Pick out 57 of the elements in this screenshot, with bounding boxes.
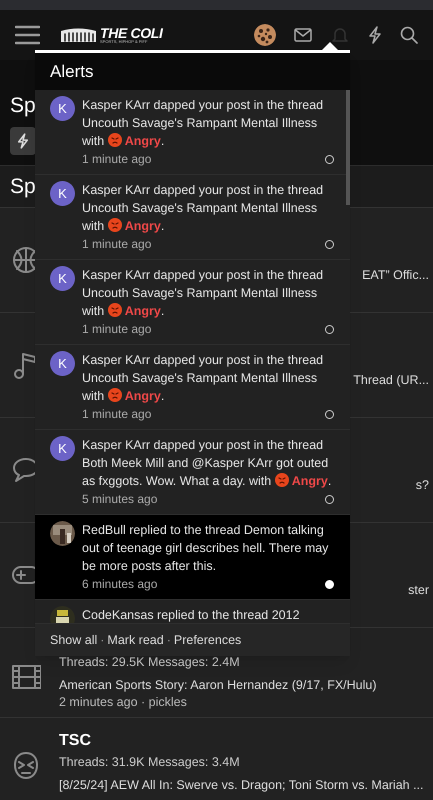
latest-post-meta: 2 minutes ago · pickles bbox=[59, 694, 188, 711]
dropdown-title: Alerts bbox=[35, 53, 350, 90]
alert-text[interactable]: Kasper KArr dapped your post in the thread Uncouth Savage's Rampant Mental Illness with Angry. bbox=[82, 181, 334, 235]
latest-thread-link[interactable]: [8/25/24] AEW All In: Swerve vs. Dragon; Toni Storm vs. Mariah ... bbox=[59, 776, 424, 794]
user-avatar: K bbox=[50, 266, 75, 291]
user-avatar: K bbox=[50, 351, 75, 376]
mask-icon bbox=[11, 750, 41, 780]
reaction-link[interactable]: Angry bbox=[108, 389, 161, 403]
alert-time: 1 minute ago bbox=[82, 406, 152, 423]
footer-link[interactable]: Preferences bbox=[174, 630, 242, 650]
reaction-link[interactable]: Angry bbox=[108, 304, 161, 318]
alert-time: 1 minute ago bbox=[82, 151, 152, 168]
alert-text[interactable]: RedBull replied to the thread Demon talking out of teenage girl describes hell. There may be more posts after this. bbox=[82, 521, 334, 575]
latest-thread-link[interactable]: American Sports Story: Aaron Hernandez (9/17, FX/Hulu) bbox=[59, 676, 377, 694]
forum-title[interactable]: TSC bbox=[59, 730, 424, 752]
footer-link[interactable]: Show all bbox=[50, 630, 98, 650]
search-icon[interactable] bbox=[400, 26, 418, 44]
alert-text[interactable]: CodeKansas replied to the thread 2012 bbox=[82, 606, 334, 623]
alert-time: 6 minutes ago bbox=[82, 576, 158, 593]
menu-icon[interactable] bbox=[15, 25, 40, 45]
alert-text[interactable]: Kasper KArr dapped your post in the thread Both Meek Mill and @Kasper KArr got outed as fxggots. Wow. What a day. with Angry. bbox=[82, 436, 334, 490]
alert-time: 5 minutes ago bbox=[82, 491, 158, 508]
alert-time: 1 minute ago bbox=[82, 236, 152, 253]
thread-title-fragment: ster bbox=[408, 582, 429, 599]
filter-button[interactable] bbox=[10, 127, 36, 155]
thread-title-fragment: EAT” Offic... bbox=[362, 266, 429, 284]
alert-text[interactable]: Kasper KArr dapped your post in the thread Uncouth Savage's Rampant Mental Illness with Angry. bbox=[82, 351, 334, 405]
mail-icon[interactable] bbox=[294, 28, 312, 42]
separator-dot: · bbox=[100, 632, 104, 649]
thread-title-fragment: Thread (UR... bbox=[353, 372, 429, 389]
thread-title-fragment: s? bbox=[416, 476, 429, 494]
angry-face-icon bbox=[108, 133, 122, 147]
separator-dot: · bbox=[166, 632, 171, 649]
lightning-icon bbox=[17, 133, 29, 149]
angry-face-icon bbox=[108, 388, 122, 402]
section-title: Sp bbox=[10, 174, 36, 200]
reaction-link[interactable]: Angry bbox=[108, 134, 161, 148]
forum-stats: Threads: 31.9K Messages: 3.4M bbox=[59, 754, 241, 771]
angry-face-icon bbox=[274, 473, 289, 487]
alert-text[interactable]: Kasper KArr dapped your post in the thread Uncouth Savage's Rampant Mental Illness with Angry. bbox=[82, 266, 334, 320]
angry-face-icon bbox=[108, 218, 122, 232]
alert-text[interactable]: Kasper KArr dapped your post in the thread Uncouth Savage's Rampant Mental Illness with Angry. bbox=[82, 96, 334, 150]
film-icon bbox=[11, 662, 41, 692]
user-avatar: K bbox=[50, 181, 75, 206]
logo-title: THE COLI bbox=[100, 26, 163, 40]
user-avatar: K bbox=[50, 436, 75, 461]
lightning-icon[interactable] bbox=[368, 26, 382, 44]
scrollbar-thumb[interactable] bbox=[346, 90, 350, 205]
user-avatar: K bbox=[50, 96, 75, 121]
reaction-link[interactable]: Angry bbox=[274, 474, 328, 488]
colosseum-icon bbox=[60, 27, 97, 43]
angry-face-icon bbox=[108, 303, 122, 317]
page-title: Sp bbox=[10, 93, 36, 119]
alert-time: 1 minute ago bbox=[82, 321, 152, 338]
footer-link[interactable]: Mark read bbox=[107, 630, 164, 650]
forum-stats: Threads: 29.5K Messages: 2.4M bbox=[59, 654, 241, 671]
reaction-link[interactable]: Angry bbox=[108, 219, 161, 233]
